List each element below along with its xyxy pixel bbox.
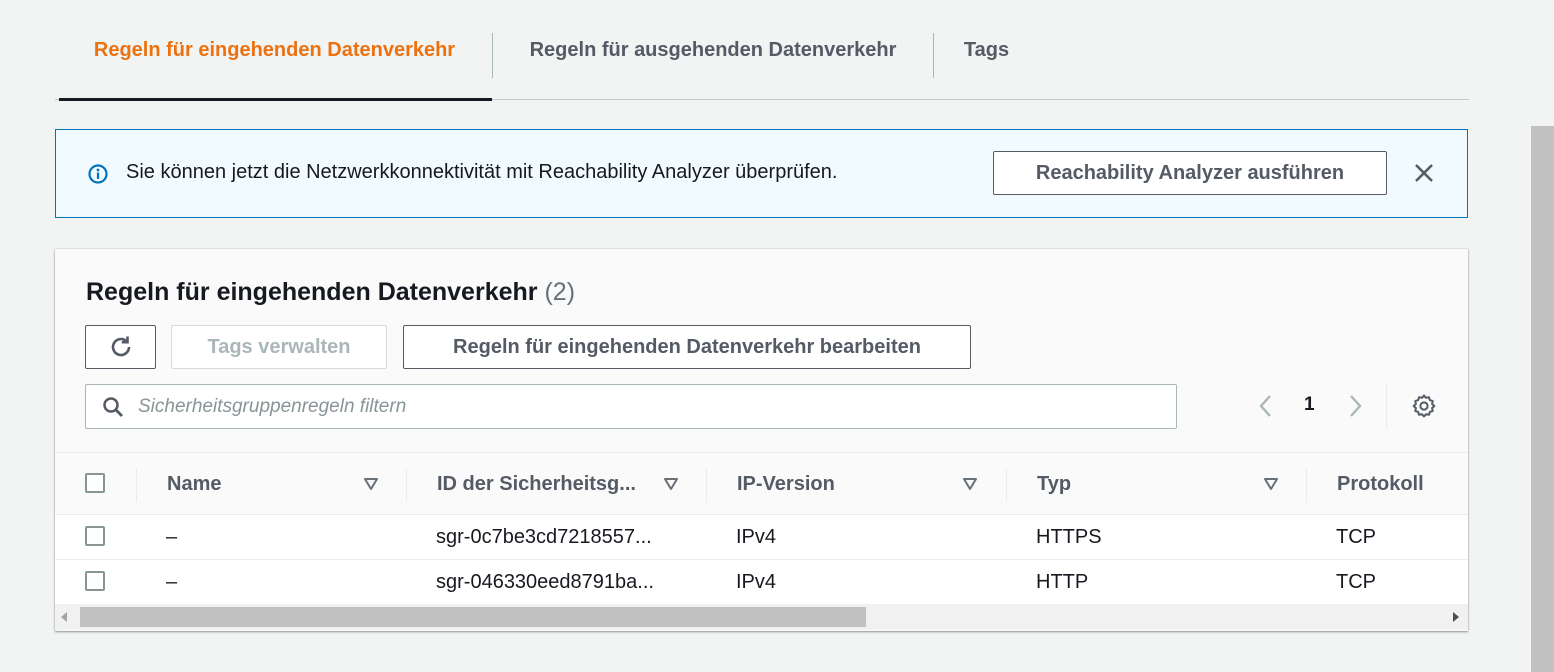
sort-icon[interactable] — [363, 477, 379, 491]
tab-inbound-rules[interactable]: Regeln für eingehenden Datenverkehr — [57, 0, 492, 101]
cell-type: HTTPS — [1036, 526, 1102, 548]
banner-message: Sie können jetzt die Netzwerkkonnektivit… — [126, 161, 838, 183]
close-icon[interactable] — [1413, 162, 1435, 184]
column-divider — [406, 468, 407, 502]
search-field[interactable] — [85, 384, 1177, 429]
table-header: Name ID der Sicherheitsg... IP-Version T… — [55, 452, 1468, 515]
manage-tags-button[interactable]: Tags verwalten — [171, 325, 387, 369]
table-row[interactable]: – sgr-046330eed8791ba... IPv4 HTTP TCP — [55, 560, 1468, 605]
current-page-number[interactable]: 1 — [1304, 394, 1315, 416]
column-divider — [1306, 468, 1307, 502]
pager-divider — [1386, 383, 1387, 429]
column-header-protocol[interactable]: Protokoll — [1337, 453, 1424, 515]
select-all-checkbox[interactable] — [85, 473, 105, 493]
row-checkbox[interactable] — [85, 571, 105, 591]
cell-type: HTTP — [1036, 571, 1089, 593]
column-header-security-group-id[interactable]: ID der Sicherheitsg... — [437, 453, 636, 515]
sort-icon[interactable] — [1263, 477, 1279, 491]
rule-count: (2) — [544, 278, 576, 306]
vertical-scrollbar-thumb[interactable] — [1531, 126, 1554, 672]
gear-icon[interactable] — [1412, 394, 1436, 418]
sort-icon[interactable] — [962, 477, 978, 491]
sort-icon[interactable] — [663, 477, 679, 491]
column-header-ip-version[interactable]: IP-Version — [737, 453, 835, 515]
tab-outbound-rules[interactable]: Regeln für ausgehenden Datenverkehr — [493, 0, 933, 100]
inbound-rules-panel: Regeln für eingehenden Datenverkehr (2) … — [55, 249, 1468, 631]
table-row[interactable]: – sgr-0c7be3cd7218557... IPv4 HTTPS TCP — [55, 515, 1468, 560]
next-page-icon[interactable] — [1345, 393, 1365, 419]
cell-ip-version: IPv4 — [736, 526, 777, 548]
panel-title-text: Regeln für eingehenden Datenverkehr — [86, 278, 538, 306]
info-icon — [88, 164, 108, 184]
cell-security-group-rule-id[interactable]: sgr-046330eed8791ba... — [436, 560, 654, 605]
cell-security-group-rule-id[interactable]: sgr-0c7be3cd7218557... — [436, 515, 652, 560]
cell-protocol: TCP — [1336, 526, 1376, 548]
search-input[interactable] — [136, 385, 1156, 428]
tab-tags[interactable]: Tags — [934, 0, 1039, 100]
column-divider — [1006, 468, 1007, 502]
column-divider — [136, 468, 137, 502]
scroll-left-arrow-icon[interactable] — [61, 612, 67, 622]
previous-page-icon[interactable] — [1256, 393, 1276, 419]
panel-title: Regeln für eingehenden Datenverkehr (2) — [86, 278, 575, 307]
column-header-type[interactable]: Typ — [1037, 453, 1071, 515]
horizontal-scrollbar[interactable] — [55, 604, 1468, 630]
tab-bar: Regeln für eingehenden Datenverkehr Rege… — [55, 0, 1469, 101]
scroll-right-arrow-icon[interactable] — [1453, 612, 1459, 622]
column-header-name[interactable]: Name — [167, 453, 221, 515]
edit-inbound-rules-button[interactable]: Regeln für eingehenden Datenverkehr bear… — [403, 325, 971, 369]
rules-table: Name ID der Sicherheitsg... IP-Version T… — [55, 452, 1468, 604]
row-checkbox[interactable] — [85, 526, 105, 546]
refresh-button[interactable] — [85, 325, 156, 369]
run-reachability-analyzer-button[interactable]: Reachability Analyzer ausführen — [993, 151, 1387, 195]
cell-ip-version: IPv4 — [736, 571, 777, 593]
cell-name: – — [166, 571, 178, 593]
column-divider — [706, 468, 707, 502]
horizontal-scroll-thumb[interactable] — [80, 607, 866, 627]
cell-name: – — [166, 526, 178, 548]
info-banner: Sie können jetzt die Netzwerkkonnektivit… — [55, 129, 1468, 218]
search-icon — [103, 397, 123, 417]
cell-protocol: TCP — [1336, 571, 1376, 593]
refresh-icon — [111, 336, 130, 357]
